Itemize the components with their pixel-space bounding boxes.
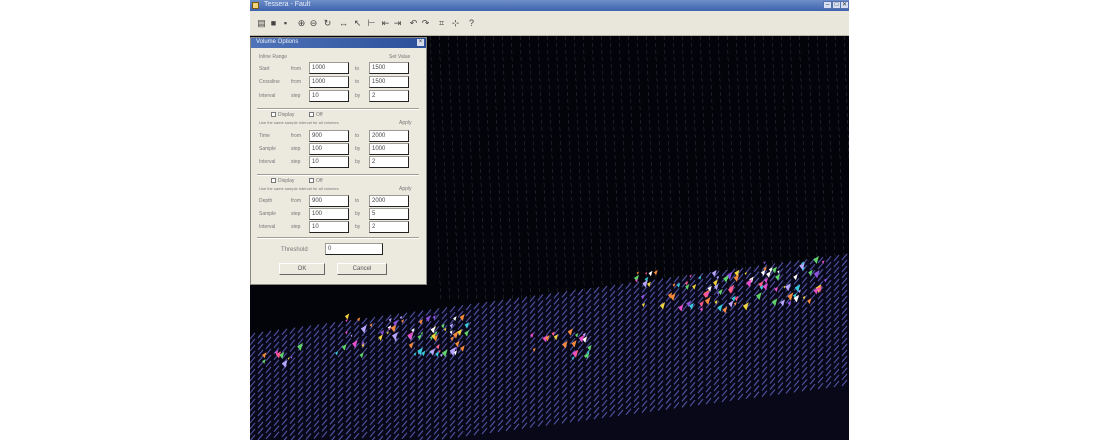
off-label: Off (316, 112, 323, 118)
row-unit: from (291, 133, 301, 139)
sample-from-field[interactable]: 100 (309, 143, 349, 155)
inline-to-field[interactable]: 1500 (369, 62, 409, 74)
row-unit2: to (355, 66, 360, 72)
threshold-field[interactable]: 0 (325, 243, 383, 255)
row-label: Start (259, 66, 270, 72)
close-button[interactable]: ✕ (840, 1, 849, 9)
fault-patch[interactable] (648, 270, 653, 277)
dialog-title-bar[interactable]: Volume Options × (251, 38, 426, 48)
zoom-in-icon[interactable]: ⊕ (296, 17, 307, 29)
open-icon[interactable]: ▤ (256, 17, 267, 29)
separator (257, 174, 419, 176)
title-bar[interactable]: Tessera - Fault – □ ✕ (250, 0, 849, 11)
interval-from-field[interactable]: 10 (309, 156, 349, 168)
sample-from-field[interactable]: 100 (309, 208, 349, 220)
grid-lines (429, 36, 849, 300)
crossline-from-field[interactable]: 1000 (309, 76, 349, 88)
ok-button[interactable]: OK (279, 263, 325, 275)
separator (257, 237, 419, 239)
row-label: Interval (259, 224, 276, 230)
fault-patch[interactable] (344, 313, 350, 320)
display-label: Display (278, 178, 295, 184)
pan-icon[interactable]: ↔ (338, 17, 349, 29)
row-unit: from (291, 79, 301, 85)
interval-from-field[interactable]: 10 (309, 221, 349, 233)
interval-to-field[interactable]: 2 (369, 156, 409, 168)
dialog-close-button[interactable]: × (417, 39, 424, 46)
inline-from-field[interactable]: 1000 (309, 62, 349, 74)
select-icon[interactable]: ↖ (352, 17, 363, 29)
threshold-label: Threshold (281, 247, 308, 253)
row-unit: from (291, 66, 301, 72)
fault-patch[interactable] (636, 271, 639, 275)
volume-options-dialog: Volume Options × Inline Range Set Value … (250, 37, 427, 285)
dialog-title: Volume Options (256, 39, 299, 45)
depth-from-field[interactable]: 900 (309, 195, 349, 207)
time-from-field[interactable]: 900 (309, 130, 349, 142)
section1-header: Inline Range (259, 54, 288, 60)
display-checkbox[interactable] (271, 112, 276, 117)
grid-icon[interactable]: ⌗ (436, 17, 447, 29)
time-to-field[interactable]: 2000 (369, 130, 409, 142)
row-label: Crossline (259, 79, 280, 85)
toolbar: ▤ ■ ▪ ⊕ ⊖ ↻ ↔ ↖ ⊢ ⇤ ⇥ ↶ ↷ ⌗ ⊹ ? (250, 11, 849, 36)
row-unit: step (291, 224, 301, 230)
section-note: Use the same sample interval for all vol… (259, 186, 339, 191)
row-unit2: by (355, 211, 361, 217)
row-unit2: by (355, 224, 361, 230)
redo-icon[interactable]: ↷ (420, 17, 431, 29)
crossline-to-field[interactable]: 1500 (369, 76, 409, 88)
row-unit2: to (355, 79, 360, 85)
depth-to-field[interactable]: 2000 (369, 195, 409, 207)
separator (257, 108, 419, 110)
measure-icon[interactable]: ⊢ (366, 17, 377, 29)
display-label: Display (278, 112, 295, 118)
section-note: Use the same sample interval for all vol… (259, 120, 339, 125)
off-label: Off (316, 178, 323, 184)
section1-set-value: Set Value (389, 54, 411, 60)
fault-patch[interactable] (763, 261, 766, 265)
rotate-icon[interactable]: ↻ (322, 17, 333, 29)
undo-icon[interactable]: ↶ (408, 17, 419, 29)
display-checkbox[interactable] (271, 178, 276, 183)
application-window: Tessera - Fault – □ ✕ ▤ ■ ▪ ⊕ ⊖ ↻ ↔ ↖ ⊢ … (250, 0, 849, 440)
row-unit: step (291, 93, 301, 99)
row-unit: step (291, 159, 301, 165)
app-icon (252, 2, 259, 9)
row-unit2: to (355, 198, 360, 204)
sample-to-field[interactable]: 1000 (369, 143, 409, 155)
interval-from-field[interactable]: 10 (309, 90, 349, 102)
axis-icon[interactable]: ⊹ (450, 17, 461, 29)
arrow-left-icon[interactable]: ⇤ (380, 17, 391, 29)
row-unit2: by (355, 93, 361, 99)
row-label: Depth (259, 198, 273, 204)
fault-patch[interactable] (345, 318, 348, 323)
apply-link[interactable]: Apply (399, 186, 412, 192)
interval-to-field[interactable]: 2 (369, 90, 409, 102)
apply-link[interactable]: Apply (399, 120, 412, 126)
row-label: Interval (259, 159, 276, 165)
row-label: Time (259, 133, 270, 139)
cancel-button[interactable]: Cancel (337, 263, 387, 275)
print-icon[interactable]: ▪ (280, 17, 291, 29)
row-label: Sample (259, 146, 276, 152)
row-label: Interval (259, 93, 276, 99)
row-unit: from (291, 198, 301, 204)
interval-to-field[interactable]: 2 (369, 221, 409, 233)
off-checkbox[interactable] (309, 112, 314, 117)
minimize-button[interactable]: – (823, 1, 832, 9)
row-unit2: by (355, 146, 361, 152)
row-unit: step (291, 146, 301, 152)
arrow-right-icon[interactable]: ⇥ (392, 17, 403, 29)
help-icon[interactable]: ? (466, 17, 477, 29)
sample-to-field[interactable]: 5 (369, 208, 409, 220)
zoom-out-icon[interactable]: ⊖ (308, 17, 319, 29)
row-unit2: by (355, 159, 361, 165)
row-label: Sample (259, 211, 276, 217)
row-unit: step (291, 211, 301, 217)
row-unit2: to (355, 133, 360, 139)
save-icon[interactable]: ■ (268, 17, 279, 29)
window-title: Tessera - Fault (264, 1, 311, 8)
off-checkbox[interactable] (309, 178, 314, 183)
